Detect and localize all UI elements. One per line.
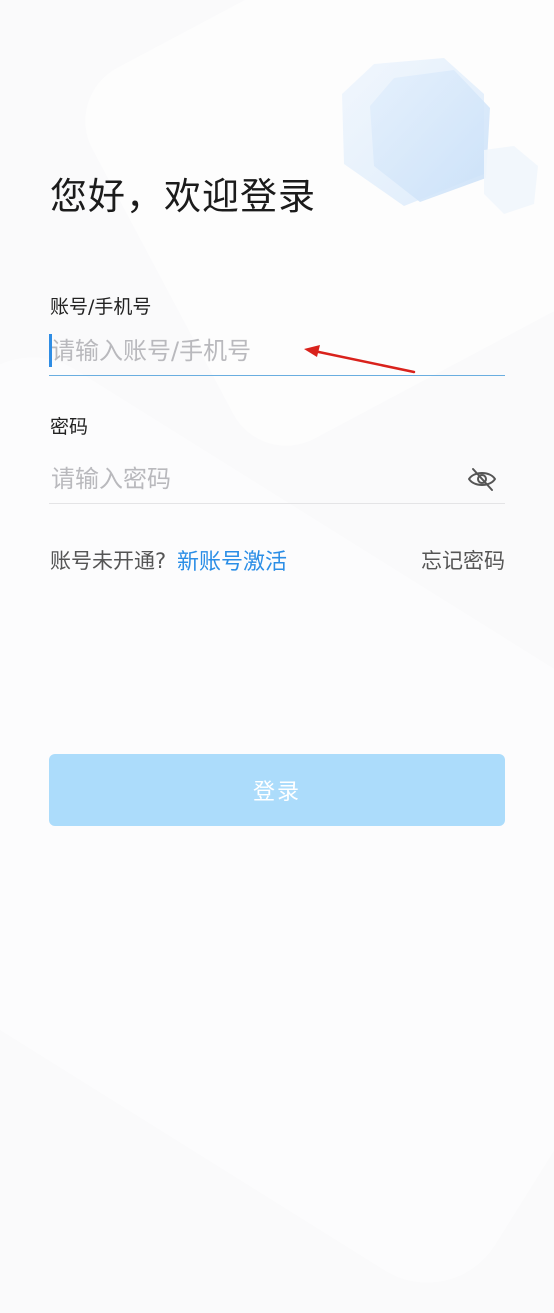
account-field-label: 账号/手机号 [50,296,152,318]
account-input-container[interactable] [49,328,505,376]
account-input[interactable] [49,328,461,374]
forgot-password-link[interactable]: 忘记密码 [421,545,505,575]
account-links-row: 账号未开通? 新账号激活 忘记密码 [50,545,505,577]
password-input[interactable] [49,456,461,502]
activate-new-account-link[interactable]: 新账号激活 [177,544,287,576]
password-input-container[interactable] [49,456,505,504]
password-field-label: 密码 [50,416,89,438]
account-not-opened-text: 账号未开通? [50,549,167,573]
decorative-hexagon-graphic [342,58,538,214]
eye-off-icon[interactable] [467,464,497,494]
login-button[interactable]: 登录 [49,754,505,826]
page-title: 您好，欢迎登录 [50,175,316,218]
